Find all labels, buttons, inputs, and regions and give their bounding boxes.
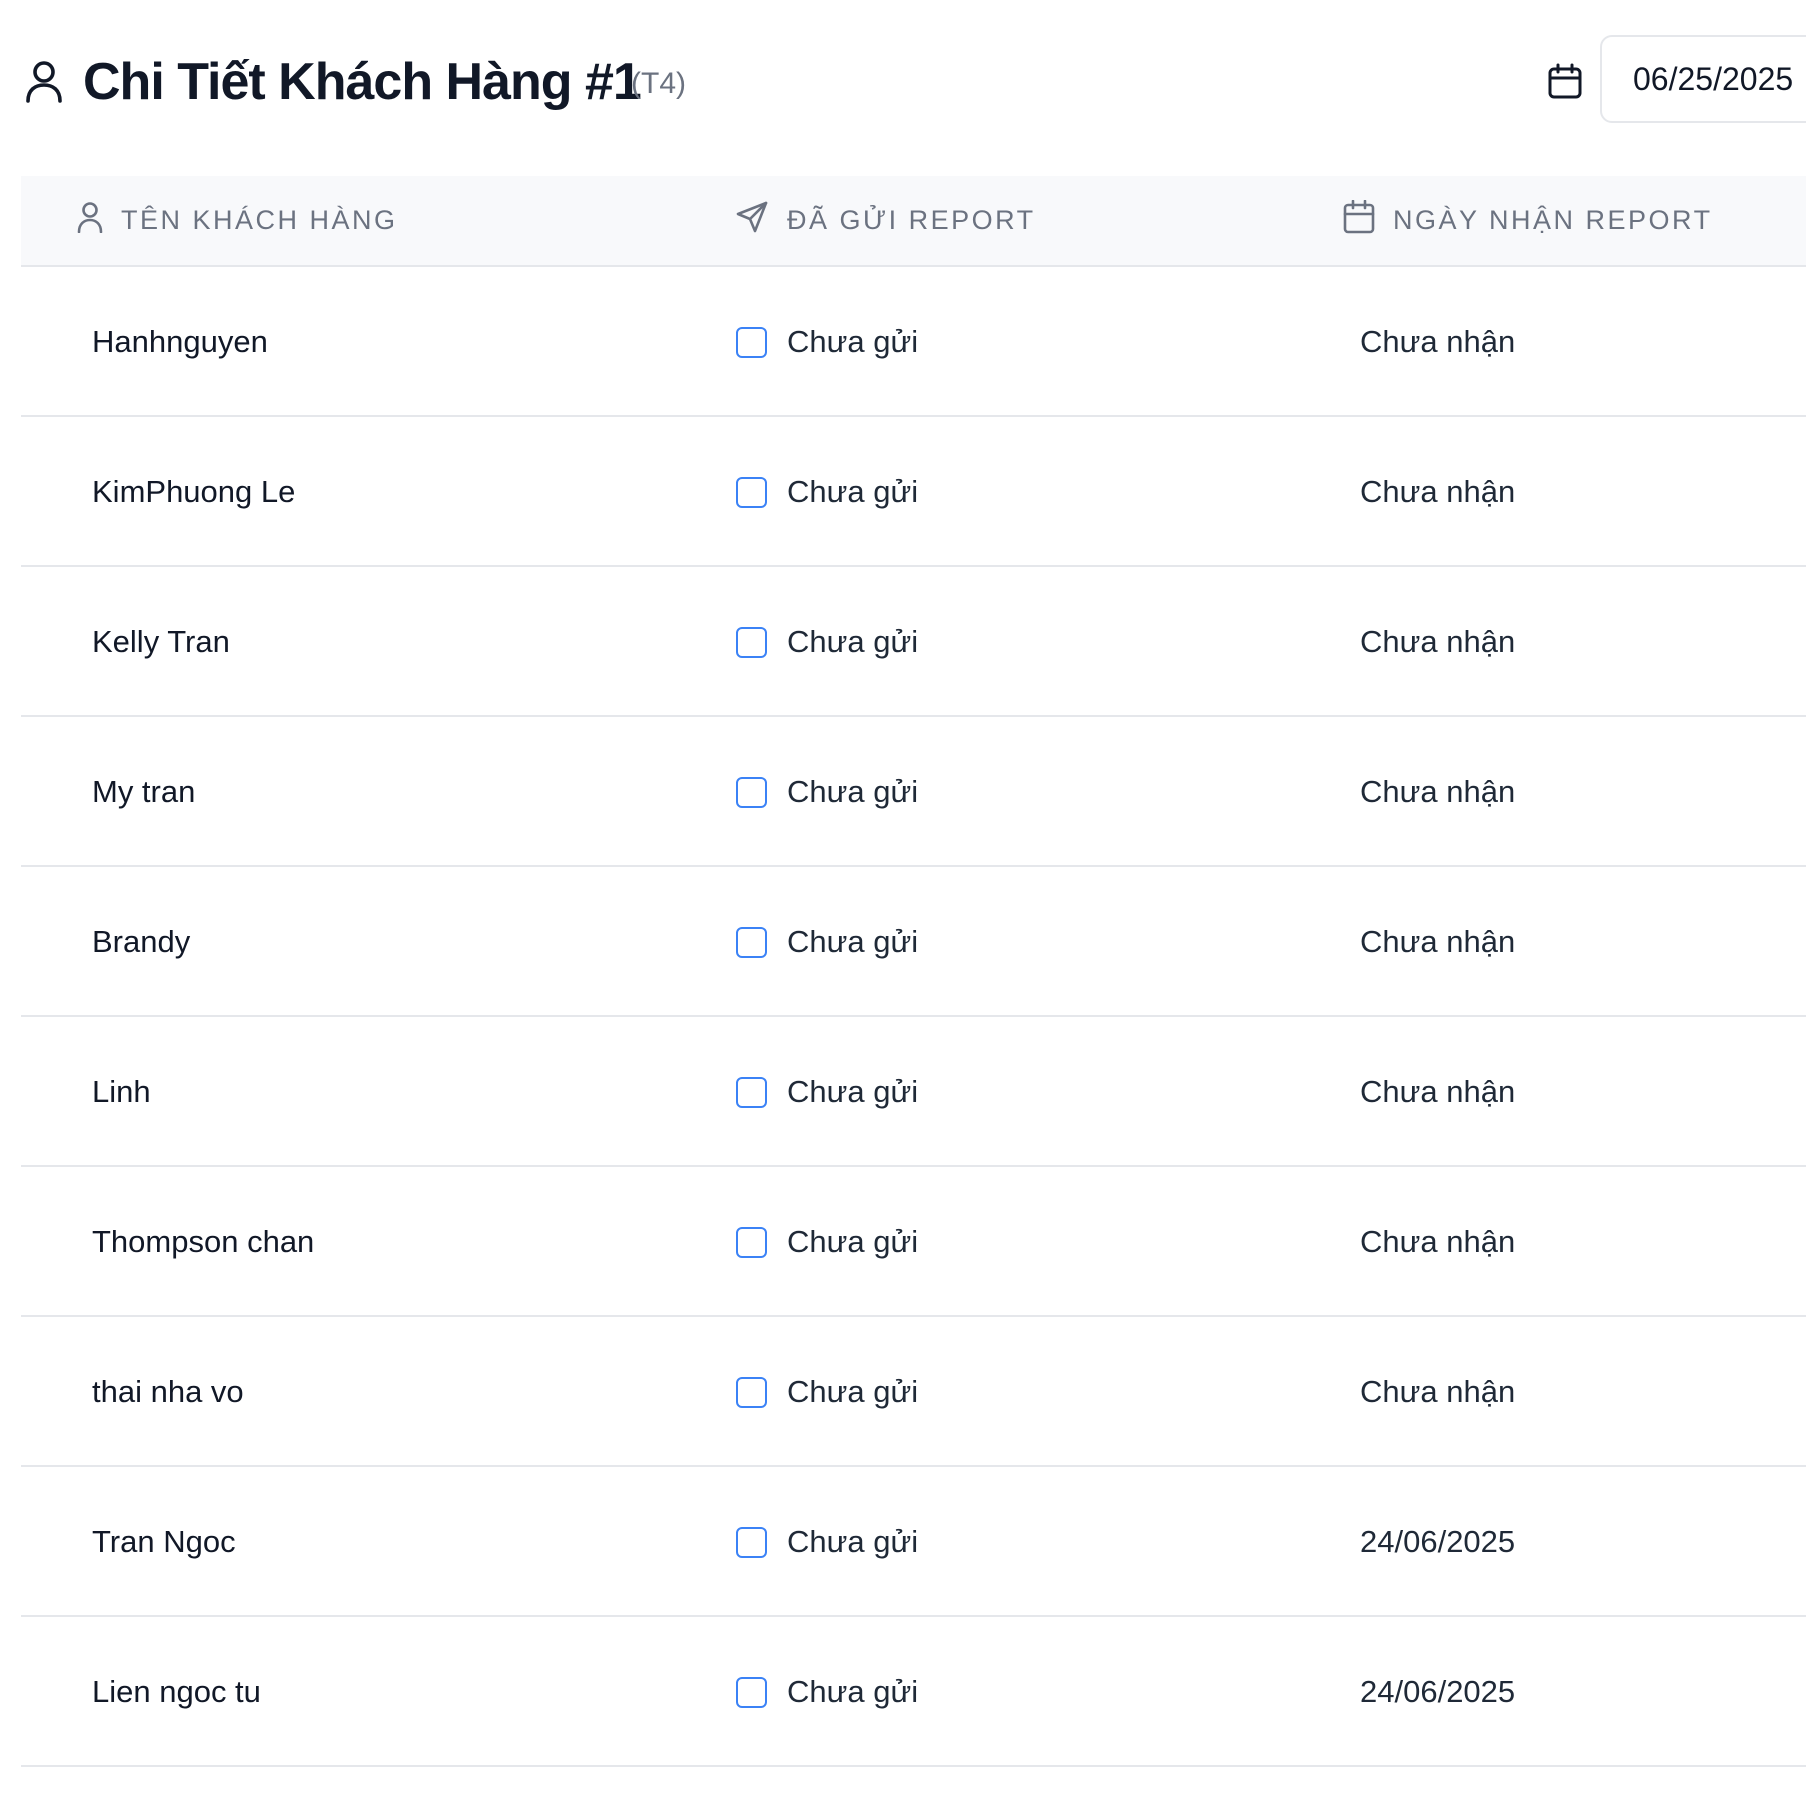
- customer-name: Lien ngoc tu: [92, 1674, 261, 1709]
- table-row[interactable]: Kelly Tran Chưa gửi Chưa nhận: [21, 567, 1806, 717]
- table-row[interactable]: Linh Chưa gửi Chưa nhận: [21, 1017, 1806, 1167]
- table-row[interactable]: Thompson chan Chưa gửi Chưa nhận: [21, 1167, 1806, 1317]
- report-sent-cell: Chưa gửi: [736, 1017, 918, 1167]
- report-sent-cell: Chưa gửi: [736, 867, 918, 1017]
- table-row[interactable]: Brandy Chưa gửi Chưa nhận: [21, 867, 1806, 1017]
- report-sent-status: Chưa gửi: [787, 1224, 919, 1259]
- report-sent-status: Chưa gửi: [787, 324, 919, 359]
- user-icon: [77, 201, 103, 240]
- report-sent-cell: Chưa gửi: [736, 1167, 918, 1317]
- report-received-date: Chưa nhận: [1360, 624, 1516, 659]
- column-label: TÊN KHÁCH HÀNG: [121, 205, 398, 235]
- report-received-date: Chưa nhận: [1360, 474, 1516, 509]
- report-sent-checkbox[interactable]: [736, 1526, 767, 1558]
- table-header: TÊN KHÁCH HÀNG ĐÃ GỬI REPORT NGÀY NHẬN R…: [21, 176, 1806, 267]
- report-received-date: Chưa nhận: [1360, 324, 1516, 359]
- table-row[interactable]: Hanhnguyen Chưa gửi Chưa nhận: [21, 267, 1806, 417]
- date-picker-input[interactable]: 06/25/2025: [1600, 35, 1806, 123]
- table-row[interactable]: Lien ngoc tu Chưa gửi 24/06/2025: [21, 1617, 1806, 1767]
- report-sent-status: Chưa gửi: [787, 1524, 919, 1559]
- customer-name: Hanhnguyen: [92, 324, 268, 359]
- page-title: Chi Tiết Khách Hàng #1: [83, 53, 642, 111]
- send-icon: [735, 200, 769, 241]
- report-sent-cell: Chưa gửi: [736, 717, 918, 867]
- report-sent-checkbox[interactable]: [736, 476, 767, 508]
- customer-detail-page: Chi Tiết Khách Hàng #1 (T4) 06/25/2025 T…: [0, 0, 1806, 1800]
- table-row[interactable]: Tran Ngoc Chưa gửi 24/06/2025: [21, 1467, 1806, 1617]
- table-row[interactable]: My tran Chưa gửi Chưa nhận: [21, 717, 1806, 867]
- report-sent-status: Chưa gửi: [787, 1674, 919, 1709]
- report-sent-checkbox[interactable]: [736, 1076, 767, 1108]
- report-sent-status: Chưa gửi: [787, 1374, 919, 1409]
- report-received-date: Chưa nhận: [1360, 924, 1516, 959]
- report-sent-cell: Chưa gửi: [736, 1467, 918, 1617]
- customer-name: My tran: [92, 774, 196, 809]
- column-header-report-sent[interactable]: ĐÃ GỬI REPORT: [735, 176, 1036, 265]
- report-received-date: Chưa nhận: [1360, 1374, 1516, 1409]
- report-received-date: 24/06/2025: [1360, 1524, 1516, 1559]
- report-sent-status: Chưa gửi: [787, 924, 919, 959]
- calendar-icon: [1343, 199, 1375, 241]
- report-sent-status: Chưa gửi: [787, 474, 919, 509]
- report-sent-status: Chưa gửi: [787, 624, 919, 659]
- report-sent-cell: Chưa gửi: [736, 567, 918, 717]
- customer-name: Brandy: [92, 924, 191, 959]
- report-sent-cell: Chưa gửi: [736, 1617, 918, 1767]
- report-sent-cell: Chưa gửi: [736, 267, 918, 417]
- table-row[interactable]: KimPhuong Le Chưa gửi Chưa nhận: [21, 417, 1806, 567]
- report-sent-checkbox[interactable]: [736, 326, 767, 358]
- report-sent-checkbox[interactable]: [736, 1226, 767, 1258]
- column-header-customer-name[interactable]: TÊN KHÁCH HÀNG: [77, 176, 398, 265]
- customer-name: thai nha vo: [92, 1374, 244, 1409]
- report-received-date: 24/06/2025: [1360, 1674, 1516, 1709]
- report-sent-status: Chưa gửi: [787, 1074, 919, 1109]
- report-sent-checkbox[interactable]: [736, 626, 767, 658]
- column-header-report-received-date[interactable]: NGÀY NHẬN REPORT: [1343, 176, 1713, 265]
- page-header: Chi Tiết Khách Hàng #1 (T4) 06/25/2025: [0, 0, 1806, 160]
- report-sent-cell: Chưa gửi: [736, 1317, 918, 1467]
- report-sent-checkbox[interactable]: [736, 926, 767, 958]
- report-received-date: Chưa nhận: [1360, 1074, 1516, 1109]
- report-sent-checkbox[interactable]: [736, 776, 767, 808]
- report-sent-cell: Chưa gửi: [736, 417, 918, 567]
- date-picker-value: 06/25/2025: [1633, 61, 1794, 97]
- column-label: NGÀY NHẬN REPORT: [1393, 205, 1713, 235]
- customer-name: Thompson chan: [92, 1224, 315, 1259]
- table-row[interactable]: thai nha vo Chưa gửi Chưa nhận: [21, 1317, 1806, 1467]
- report-sent-checkbox[interactable]: [736, 1676, 767, 1708]
- report-sent-checkbox[interactable]: [736, 1376, 767, 1408]
- customer-name: Kelly Tran: [92, 624, 230, 659]
- customer-name: Tran Ngoc: [92, 1524, 236, 1559]
- calendar-icon: [1546, 62, 1584, 100]
- column-label: ĐÃ GỬI REPORT: [787, 205, 1036, 235]
- report-received-date: Chưa nhận: [1360, 774, 1516, 809]
- report-received-date: Chưa nhận: [1360, 1224, 1516, 1259]
- page-subtitle: (T4): [631, 67, 686, 100]
- customer-table: TÊN KHÁCH HÀNG ĐÃ GỬI REPORT NGÀY NHẬN R…: [21, 176, 1806, 1767]
- customer-name: Linh: [92, 1074, 151, 1109]
- customer-name: KimPhuong Le: [92, 474, 296, 509]
- report-sent-status: Chưa gửi: [787, 774, 919, 809]
- user-icon: [24, 59, 64, 103]
